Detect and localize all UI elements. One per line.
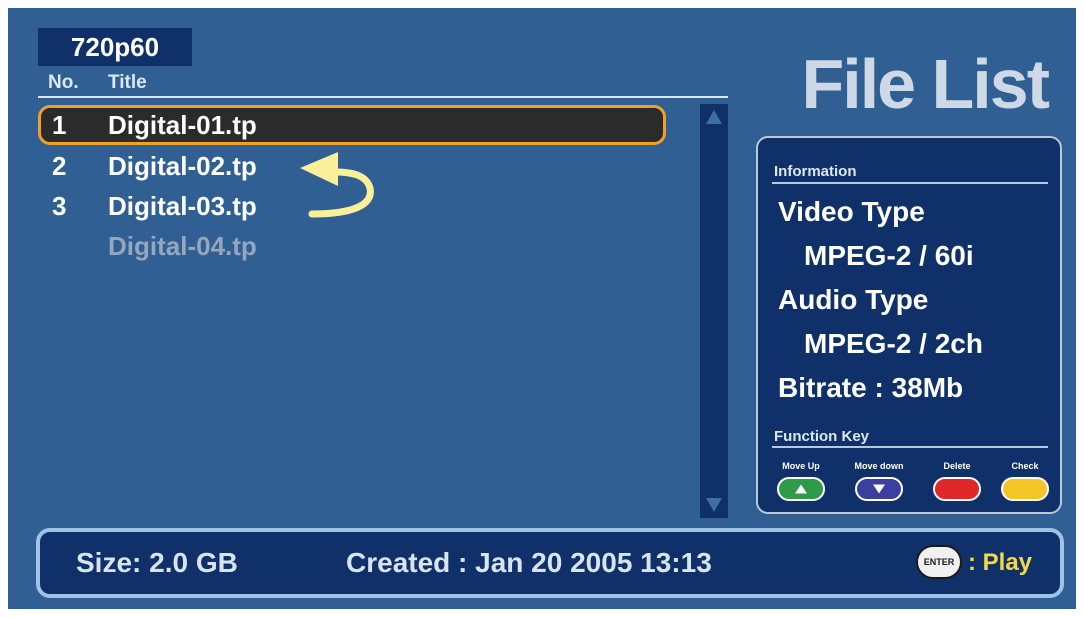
row-title: Digital-03.tp bbox=[108, 191, 257, 221]
function-key-label: Check bbox=[1011, 461, 1039, 471]
move-curved-arrow-icon bbox=[300, 152, 374, 218]
move-up-button[interactable] bbox=[777, 477, 825, 501]
function-key-delete[interactable]: Delete bbox=[922, 460, 992, 501]
row-title: Digital-02.tp bbox=[108, 151, 257, 181]
video-type-label: Video Type bbox=[778, 196, 925, 227]
play-action-label: : Play bbox=[968, 549, 1033, 576]
page-title: File List bbox=[801, 45, 1050, 123]
header-divider bbox=[38, 96, 728, 98]
column-header-no: No. bbox=[48, 72, 79, 93]
up-triangle-icon bbox=[795, 484, 807, 494]
information-divider bbox=[772, 182, 1048, 184]
row-title: Digital-01.tp bbox=[108, 110, 257, 140]
row-number: 1 bbox=[52, 110, 67, 140]
file-list-screen: 720p60 No. Title 1 Digital-01.tp 2 Digit… bbox=[8, 8, 1076, 609]
file-size-text: Size: 2.0 GB bbox=[76, 547, 238, 578]
function-key-label: Move Up bbox=[782, 461, 820, 471]
audio-type-label: Audio Type bbox=[778, 284, 929, 315]
function-key-check[interactable]: Check bbox=[990, 460, 1060, 501]
scroll-down-arrow-icon[interactable] bbox=[706, 498, 722, 512]
file-row-1[interactable]: 1 Digital-01.tp bbox=[38, 105, 666, 145]
function-key-label: Delete bbox=[943, 461, 971, 471]
function-key-heading: Function Key bbox=[774, 428, 870, 445]
file-row-4[interactable]: Digital-04.tp bbox=[38, 226, 666, 266]
audio-type-value: MPEG-2 / 2ch bbox=[804, 328, 983, 359]
information-panel: Information Video Type MPEG-2 / 60i Audi… bbox=[756, 136, 1062, 514]
bitrate-text: Bitrate : 38Mb bbox=[778, 372, 964, 403]
delete-button[interactable] bbox=[933, 477, 981, 501]
format-badge: 720p60 bbox=[38, 28, 192, 66]
column-header-title: Title bbox=[108, 72, 147, 93]
function-key-move-up[interactable]: Move Up bbox=[766, 460, 836, 501]
row-number: 3 bbox=[52, 191, 67, 221]
move-down-button[interactable] bbox=[855, 477, 903, 501]
information-heading: Information bbox=[774, 163, 857, 180]
function-key-move-down[interactable]: Move down bbox=[844, 460, 914, 501]
enter-key-icon[interactable]: ENTER bbox=[916, 545, 962, 579]
list-scrollbar[interactable] bbox=[700, 104, 728, 518]
created-date-text: Created : Jan 20 2005 13:13 bbox=[346, 547, 712, 578]
status-bar: Size: 2.0 GB Created : Jan 20 2005 13:13… bbox=[36, 528, 1064, 598]
check-button[interactable] bbox=[1001, 477, 1049, 501]
scroll-up-arrow-icon[interactable] bbox=[706, 110, 722, 124]
function-key-divider bbox=[772, 446, 1048, 448]
row-title: Digital-04.tp bbox=[108, 231, 257, 261]
row-number: 2 bbox=[52, 151, 67, 181]
down-triangle-icon bbox=[873, 484, 885, 494]
video-type-value: MPEG-2 / 60i bbox=[804, 240, 974, 271]
function-key-label: Move down bbox=[854, 461, 904, 471]
